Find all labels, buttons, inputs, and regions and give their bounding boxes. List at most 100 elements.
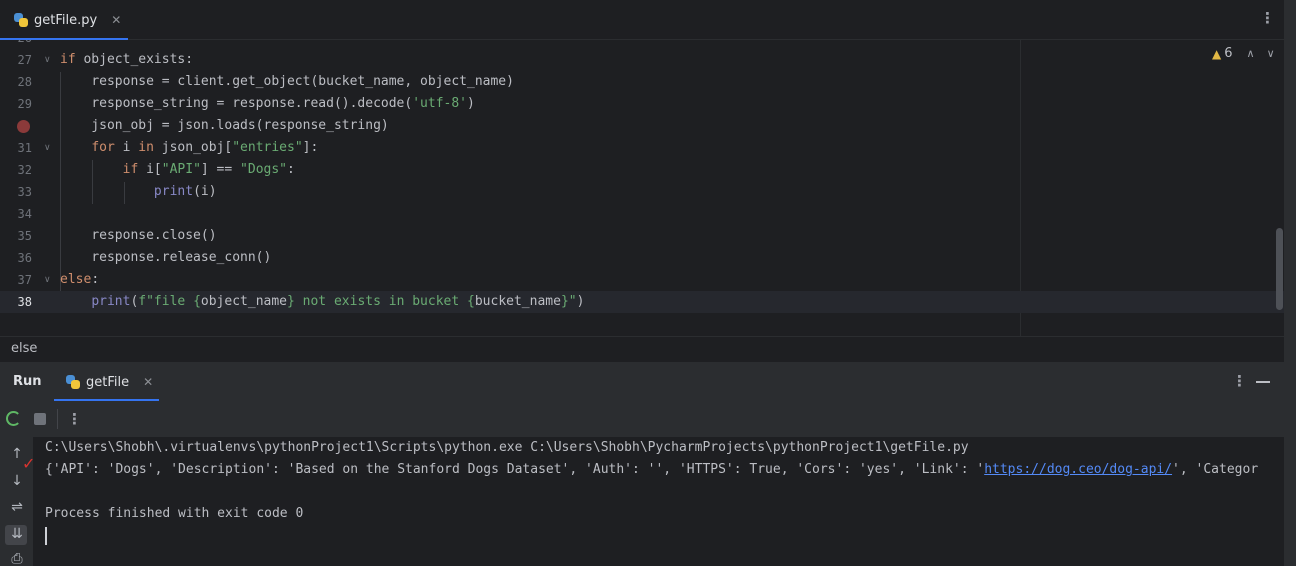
code-text: print(f"file {object_name} not exists in… [60, 291, 584, 313]
inspection-widget[interactable]: ▲ 6 ∧∨ [1212, 46, 1287, 61]
code-line[interactable]: 28 response = client.get_object(bucket_n… [0, 71, 1284, 93]
tab-close-icon[interactable]: ✕ [111, 13, 121, 27]
code-token: "entries" [232, 140, 303, 155]
run-console[interactable]: C:\Users\Shobh\.virtualenvs\pythonProjec… [33, 437, 1284, 566]
code-token: if [122, 162, 147, 177]
code-token: json_obj = json.loads(response_string) [91, 118, 389, 133]
code-line[interactable]: 27 ∨ if object_exists: [0, 49, 1284, 71]
run-panel-options-icon[interactable]: ⋮ [1232, 372, 1247, 390]
fold-toggle-icon[interactable]: ∨ [44, 49, 51, 71]
code-token: } not exists in bucket { [287, 294, 475, 309]
code-token: f"file { [138, 294, 201, 309]
code-text: print(i) [60, 181, 217, 203]
code-token: json_obj[ [161, 140, 233, 155]
code-token: : [91, 272, 100, 287]
code-token: print [91, 294, 131, 309]
code-token: "API" [161, 162, 201, 177]
line-number: 31 [17, 141, 32, 155]
python-file-icon [14, 13, 28, 27]
soft-wrap-icon[interactable]: ⇌ [10, 499, 24, 515]
line-number: 35 [17, 229, 32, 243]
code-token: ] == [200, 162, 241, 177]
code-line[interactable]: 34 [0, 203, 1284, 225]
warnings-count: 6 [1224, 46, 1233, 61]
editor-tab-bar: getFile.py ✕ ⋮ [0, 0, 1296, 40]
code-line[interactable]: 38 print(f"file {object_name} not exists… [0, 291, 1284, 313]
output-link[interactable]: https://dog.ceo/dog-api/ [984, 462, 1172, 477]
print-icon[interactable]: ⎙ [10, 551, 24, 566]
code-token: object_name [200, 294, 287, 309]
code-text: if i["API"] == "Dogs": [60, 159, 295, 181]
code-token: ) [576, 294, 585, 309]
run-toolbar-more-icon[interactable]: ⋮ [67, 410, 82, 428]
code-editor[interactable]: 26 27∨if object_exists:28 response = cli… [0, 40, 1296, 336]
code-text: response.release_conn() [60, 247, 271, 269]
line-number: 33 [17, 185, 32, 199]
code-token: "Dogs" [240, 162, 288, 177]
code-line-partial: 26 [0, 40, 1284, 49]
editor-more-options-icon[interactable]: ⋮ [1260, 9, 1275, 27]
stop-icon[interactable] [34, 413, 46, 425]
tab-label: getFile.py [34, 12, 98, 28]
minimize-icon[interactable] [1256, 381, 1270, 383]
code-token: : [287, 162, 295, 177]
breadcrumb[interactable]: else [0, 336, 1296, 360]
run-panel-title: Run [13, 374, 42, 389]
toolbar-divider [57, 409, 58, 429]
code-line[interactable]: 30 json_obj = json.loads(response_string… [0, 115, 1284, 137]
line-number: 27 [17, 53, 32, 67]
code-token: object_exists: [83, 52, 194, 67]
breakpoint-icon[interactable] [17, 120, 30, 133]
code-line[interactable]: 36 response.release_conn() [0, 247, 1284, 269]
run-tab-close-icon[interactable]: ✕ [143, 375, 153, 389]
breadcrumb-item[interactable]: else [11, 341, 37, 356]
code-token: in [138, 140, 162, 155]
output-text: {'API': 'Dogs', 'Description': 'Based on… [45, 462, 985, 477]
code-line[interactable]: 33 print(i) [0, 181, 1284, 203]
scroll-to-end-icon[interactable]: ⇊ [10, 526, 24, 542]
code-token: bucket_name [474, 294, 561, 309]
console-side-toolbar: ↑ ✓ ↓ ⇌ ⇊ ⎙ [0, 437, 35, 566]
line-number: 38 [17, 295, 32, 309]
code-line[interactable]: 32 if i["API"] == "Dogs": [0, 159, 1284, 181]
run-panel-header: Run getFile ✕ ⋮ [0, 361, 1296, 401]
code-token: ]: [302, 140, 319, 155]
code-token: 'utf-8' [412, 96, 468, 111]
text-cursor [45, 527, 47, 545]
line-number: 34 [17, 207, 32, 221]
fold-toggle-icon[interactable]: ∨ [44, 137, 51, 159]
code-token: response.release_conn() [91, 250, 272, 265]
editor-scrollbar-thumb[interactable] [1276, 228, 1283, 310]
code-text: response.close() [60, 225, 216, 247]
console-exit-message: Process finished with exit code 0 [45, 506, 304, 521]
code-text: json_obj = json.loads(response_string) [60, 115, 389, 137]
code-token: response_string = response.read().decode… [91, 96, 413, 111]
run-toolbar: ⋮ [0, 401, 1296, 437]
python-run-config-icon [66, 375, 80, 389]
fold-toggle-icon[interactable]: ∨ [44, 269, 51, 291]
code-token: i [122, 140, 139, 155]
code-line[interactable]: 35 response.close() [0, 225, 1284, 247]
tab-getfile-py[interactable]: getFile.py ✕ [0, 0, 130, 40]
code-text: for i in json_obj["entries"]: [60, 137, 318, 159]
code-line[interactable]: 31 ∨ for i in json_obj["entries"]: [0, 137, 1284, 159]
down-stack-trace-icon[interactable]: ↓ [10, 473, 24, 489]
code-text: response_string = response.read().decode… [60, 93, 475, 115]
code-token: print [153, 184, 194, 199]
run-tab-getfile[interactable]: getFile ✕ [54, 362, 159, 402]
rerun-icon[interactable] [6, 411, 21, 426]
code-line[interactable]: 29 response_string = response.read().dec… [0, 93, 1284, 115]
warning-icon: ▲ [1212, 46, 1222, 61]
line-number: 26 [0, 40, 32, 49]
navigate-warnings-icons[interactable]: ∧∨ [1247, 47, 1287, 60]
code-text: if object_exists: [60, 49, 193, 71]
code-line[interactable]: 37 ∨ else: [0, 269, 1284, 291]
